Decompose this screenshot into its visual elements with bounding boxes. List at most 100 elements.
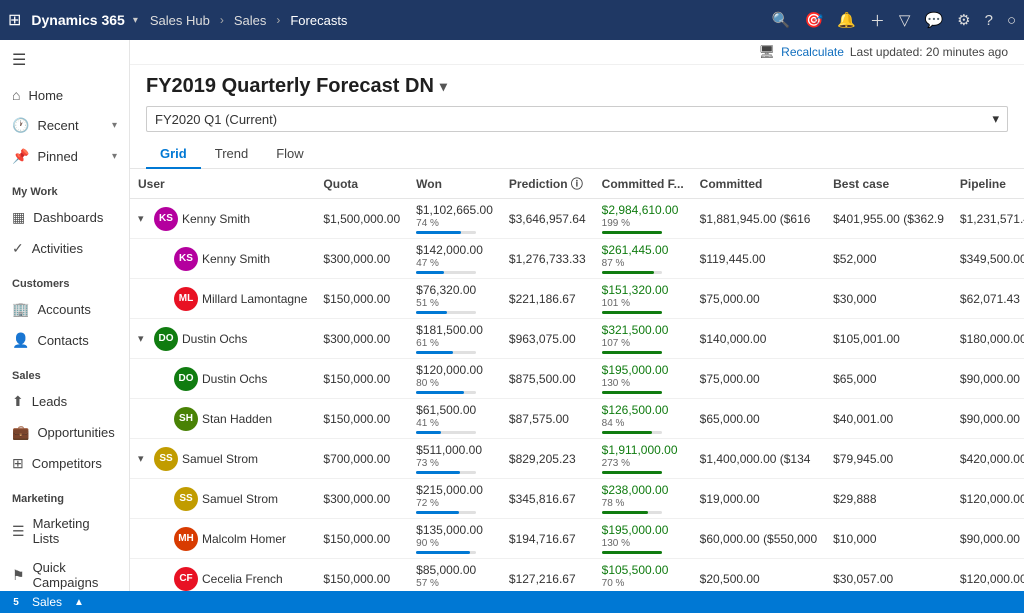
cell-prediction: $194,716.67 <box>501 519 594 559</box>
sidebar-item-pinned[interactable]: 📌 Pinned ▾ <box>0 141 129 172</box>
col-pipeline: Pipeline <box>952 169 1024 199</box>
breadcrumb-sales[interactable]: Sales <box>234 13 267 28</box>
table-row[interactable]: SH Stan Hadden $150,000.00 $61,500.00 41… <box>130 399 1024 439</box>
expand-icon[interactable]: ▾ <box>138 212 150 225</box>
table-row[interactable]: DO Dustin Ochs $150,000.00 $120,000.00 8… <box>130 359 1024 399</box>
avatar: CF <box>174 567 198 591</box>
col-committed: Committed <box>692 169 825 199</box>
avatar: DO <box>174 367 198 391</box>
cell-user: ▾ SS Samuel Strom <box>130 439 315 479</box>
tab-trend[interactable]: Trend <box>201 140 262 169</box>
sidebar-label-contacts: Contacts <box>37 333 88 348</box>
add-icon[interactable]: ＋ <box>870 10 885 31</box>
sidebar-label-pinned: Pinned <box>37 149 77 164</box>
sidebar-item-marketing-lists[interactable]: ☰ Marketing Lists <box>0 509 129 553</box>
table-row[interactable]: ▾ SS Samuel Strom $700,000.00 $511,000.0… <box>130 439 1024 479</box>
avatar: KS <box>174 247 198 271</box>
page-header: FY2019 Quarterly Forecast DN ▾ FY2020 Q1… <box>130 65 1024 136</box>
tab-grid[interactable]: Grid <box>146 140 201 169</box>
cell-best-case: $79,945.00 <box>825 439 952 479</box>
cell-committed-f: $321,500.00 107 % <box>594 319 692 359</box>
cell-committed: $140,000.00 <box>692 319 825 359</box>
user-icon[interactable]: ○ <box>1007 12 1016 29</box>
cell-user: DO Dustin Ochs <box>130 359 315 399</box>
sidebar-item-accounts[interactable]: 🏢 Accounts <box>0 294 129 325</box>
table-row[interactable]: ▾ DO Dustin Ochs $300,000.00 $181,500.00… <box>130 319 1024 359</box>
cell-user: CF Cecelia French <box>130 559 315 592</box>
avatar: KS <box>154 207 178 231</box>
expand-icon[interactable]: ▾ <box>138 332 150 345</box>
table-row[interactable]: MH Malcolm Homer $150,000.00 $135,000.00… <box>130 519 1024 559</box>
table-row[interactable]: CF Cecelia French $150,000.00 $85,000.00… <box>130 559 1024 592</box>
help-icon[interactable]: ? <box>985 12 993 29</box>
status-sales-label: Sales <box>32 595 62 609</box>
target-icon[interactable]: 🎯 <box>805 11 824 29</box>
cell-quota: $150,000.00 <box>315 399 408 439</box>
avatar: ML <box>174 287 198 311</box>
table-row[interactable]: KS Kenny Smith $300,000.00 $142,000.00 4… <box>130 239 1024 279</box>
table-header-row: User Quota Won Prediction ⓘ Committed F.… <box>130 169 1024 199</box>
user-name: Samuel Strom <box>182 452 258 466</box>
layout: ☰ ⌂ Home 🕐 Recent ▾ 📌 Pinned ▾ My Work ▦… <box>0 40 1024 591</box>
cell-won: $120,000.00 80 % <box>408 359 501 399</box>
cell-committed-f: $126,500.00 84 % <box>594 399 692 439</box>
expand-icon[interactable]: ▾ <box>138 452 150 465</box>
col-prediction: Prediction ⓘ <box>501 169 594 199</box>
user-name: Malcolm Homer <box>202 532 286 546</box>
cell-user: MH Malcolm Homer <box>130 519 315 559</box>
title-dropdown-icon[interactable]: ▾ <box>440 78 447 95</box>
sidebar-item-home[interactable]: ⌂ Home <box>0 80 129 110</box>
sidebar-label-leads: Leads <box>32 394 67 409</box>
avatar: DO <box>154 327 178 351</box>
cell-quota: $150,000.00 <box>315 359 408 399</box>
cell-pipeline: $120,000.00 <box>952 479 1024 519</box>
chat-icon[interactable]: 💬 <box>924 11 943 29</box>
cell-quota: $150,000.00 <box>315 279 408 319</box>
cell-prediction: $875,500.00 <box>501 359 594 399</box>
sidebar-item-leads[interactable]: ⬆ Leads <box>0 386 129 417</box>
app-grid-icon[interactable]: ⊞ <box>8 10 21 30</box>
cell-quota: $150,000.00 <box>315 559 408 592</box>
sidebar-label-opportunities: Opportunities <box>37 425 114 440</box>
user-name: Kenny Smith <box>182 212 250 226</box>
nav-section-label[interactable]: Sales Hub <box>150 13 210 28</box>
sidebar-item-quick-campaigns[interactable]: ⚑ Quick Campaigns <box>0 553 129 591</box>
cell-won: $135,000.00 90 % <box>408 519 501 559</box>
sidebar-item-competitors[interactable]: ⊞ Competitors <box>0 448 129 479</box>
bell-icon[interactable]: 🔔 <box>837 11 856 29</box>
user-name: Millard Lamontagne <box>202 292 307 306</box>
table-row[interactable]: SS Samuel Strom $300,000.00 $215,000.00 … <box>130 479 1024 519</box>
sidebar-label-competitors: Competitors <box>32 456 102 471</box>
section-header-sales: Sales <box>0 360 129 386</box>
settings-icon[interactable]: ⚙ <box>957 11 970 29</box>
cell-won: $511,000.00 73 % <box>408 439 501 479</box>
cell-prediction: $221,186.67 <box>501 279 594 319</box>
cell-pipeline: $120,000.00 <box>952 559 1024 592</box>
cell-best-case: $65,000 <box>825 359 952 399</box>
status-bar: 5 Sales ▲ <box>0 591 1024 613</box>
section-header-marketing: Marketing <box>0 483 129 509</box>
recalculate-link[interactable]: Recalculate <box>781 45 844 59</box>
sidebar-item-recent[interactable]: 🕐 Recent ▾ <box>0 110 129 141</box>
recent-chevron-icon: ▾ <box>112 120 117 131</box>
user-name: Dustin Ochs <box>202 372 267 386</box>
table-row[interactable]: ▾ KS Kenny Smith $1,500,000.00 $1,102,66… <box>130 199 1024 239</box>
sidebar: ☰ ⌂ Home 🕐 Recent ▾ 📌 Pinned ▾ My Work ▦… <box>0 40 130 591</box>
cell-won: $76,320.00 51 % <box>408 279 501 319</box>
tab-flow[interactable]: Flow <box>262 140 317 169</box>
sidebar-item-opportunities[interactable]: 💼 Opportunities <box>0 417 129 448</box>
search-icon[interactable]: 🔍 <box>772 11 791 29</box>
avatar: SH <box>174 407 198 431</box>
sidebar-hamburger-icon[interactable]: ☰ <box>0 40 129 80</box>
user-name: Kenny Smith <box>202 252 270 266</box>
period-selector[interactable]: FY2020 Q1 (Current) ▾ <box>146 106 1008 132</box>
filter-icon[interactable]: ▽ <box>899 11 911 29</box>
cell-committed-f: $151,320.00 101 % <box>594 279 692 319</box>
table-row[interactable]: ML Millard Lamontagne $150,000.00 $76,32… <box>130 279 1024 319</box>
sidebar-item-activities[interactable]: ✓ Activities <box>0 233 129 264</box>
sidebar-item-contacts[interactable]: 👤 Contacts <box>0 325 129 356</box>
breadcrumb-current: Forecasts <box>290 13 347 28</box>
sidebar-label-home: Home <box>28 88 63 103</box>
cell-pipeline: $62,071.43 <box>952 279 1024 319</box>
sidebar-item-dashboards[interactable]: ▦ Dashboards <box>0 202 129 233</box>
